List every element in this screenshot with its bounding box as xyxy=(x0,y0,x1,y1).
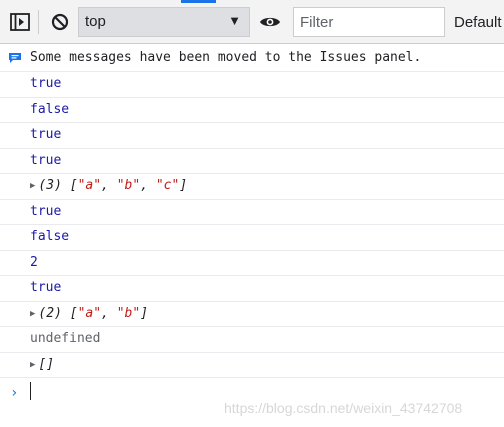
number-value: 2 xyxy=(30,254,38,270)
info-icon xyxy=(9,53,21,63)
boolean-value: false xyxy=(30,101,70,117)
console-row: true xyxy=(0,200,504,225)
eye-icon[interactable] xyxy=(258,10,282,34)
console-row[interactable]: ▶ (2) ["a", "b"] xyxy=(0,302,504,327)
boolean-value: true xyxy=(30,203,62,219)
info-message-text: Some messages have been moved to the Iss… xyxy=(30,50,422,65)
context-selector[interactable]: top ▼ xyxy=(78,7,250,37)
boolean-value: false xyxy=(30,229,70,244)
clear-console-icon[interactable] xyxy=(48,10,72,34)
console-row: 2 xyxy=(0,251,504,276)
boolean-value: true xyxy=(30,76,62,91)
console-row: undefined xyxy=(0,327,504,353)
array-item: "c" xyxy=(155,178,180,193)
boolean-value: true xyxy=(30,152,62,168)
array-count: (2) xyxy=(38,305,62,321)
active-tab-indicator xyxy=(181,0,216,3)
console-row: false xyxy=(0,225,504,251)
console-row[interactable]: ▶[] xyxy=(0,353,504,378)
console-row: true xyxy=(0,276,504,302)
undefined-value: undefined xyxy=(30,331,101,346)
log-levels-dropdown[interactable]: Default xyxy=(454,14,502,31)
console-messages: Some messages have been moved to the Iss… xyxy=(0,44,504,406)
chevron-right-icon: › xyxy=(10,385,19,401)
console-row[interactable]: ▶ (3) ["a", "b", "c"] xyxy=(0,174,504,200)
array-count: (3) xyxy=(38,178,62,193)
toolbar-divider xyxy=(38,10,39,34)
text-caret xyxy=(30,382,31,400)
context-value: top xyxy=(85,13,106,30)
boolean-value: true xyxy=(30,127,62,142)
sidebar-toggle-icon[interactable] xyxy=(8,10,32,34)
console-row: true xyxy=(0,72,504,98)
array-preview[interactable]: ▶ (3) ["a", "b", "c"] xyxy=(30,178,187,193)
console-row: true xyxy=(0,123,504,149)
console-toolbar: top ▼ Default xyxy=(0,0,504,44)
array-item: "a" xyxy=(77,305,102,321)
array-item: "b" xyxy=(116,178,141,193)
empty-array-preview[interactable]: ▶[] xyxy=(30,357,54,372)
dropdown-arrow-icon: ▼ xyxy=(228,13,241,28)
expand-triangle-icon[interactable]: ▶ xyxy=(30,174,35,198)
console-row: true xyxy=(0,149,504,174)
array-item: "b" xyxy=(116,305,141,321)
array-item: "a" xyxy=(77,178,102,193)
expand-triangle-icon[interactable]: ▶ xyxy=(30,353,35,377)
filter-input[interactable] xyxy=(293,7,445,37)
info-message-row: Some messages have been moved to the Iss… xyxy=(0,44,504,72)
boolean-value: true xyxy=(30,280,62,295)
watermark: https://blog.csdn.net/weixin_43742708 xyxy=(224,400,463,416)
array-preview[interactable]: ▶ (2) ["a", "b"] xyxy=(30,306,148,321)
expand-triangle-icon[interactable]: ▶ xyxy=(30,302,35,326)
console-row: false xyxy=(0,98,504,123)
